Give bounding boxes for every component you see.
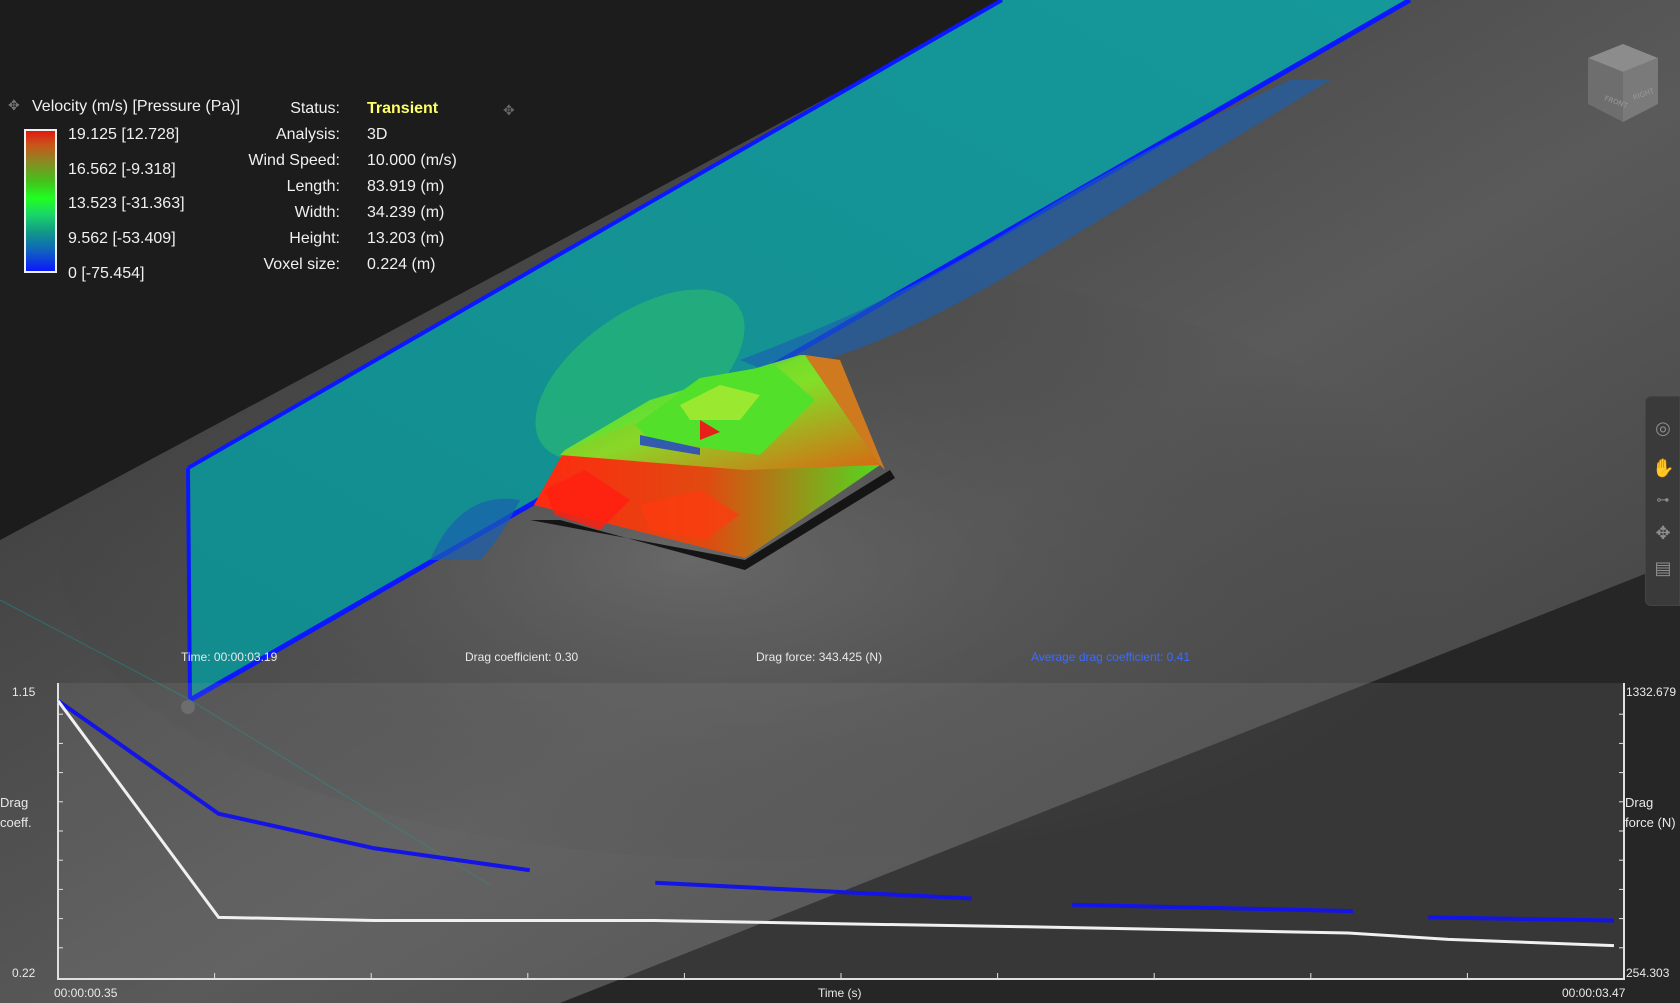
legend-tick: 19.125 [12.728] (68, 126, 180, 143)
color-legend: ✥ Velocity (m/s) [Pressure (Pa)] 19.125 … (8, 96, 248, 286)
right-axis-min: 254.303 (1626, 966, 1670, 980)
right-axis-max: 1332.679 (1626, 685, 1677, 699)
pan-hand-icon[interactable]: ✋ (1652, 457, 1674, 479)
analysis-info-panel: ✥ Status: Transient Analysis: 3D Wind Sp… (240, 100, 520, 280)
x-axis-end: 00:00:03.47 (1562, 986, 1626, 1000)
info-row-length: Length: 83.919 (m) (286, 178, 445, 195)
legend-tick: 9.562 [-53.409] (68, 230, 176, 247)
legend-color-bar (24, 129, 57, 273)
status-value: Transient (367, 100, 439, 117)
camera-views-icon[interactable]: ▤ (1652, 557, 1674, 579)
info-row-width: Width: 34.239 (m) (294, 204, 445, 221)
legend-tick: 16.562 [-9.318] (68, 161, 176, 178)
navigation-toolbar: ◎ ✋ ⊶ ✥ ▤ (1645, 396, 1680, 606)
x-axis-label: Time (s) (818, 986, 862, 1000)
legend-title: Velocity (m/s) [Pressure (Pa)] (32, 98, 241, 115)
left-axis-min: 0.22 (12, 966, 36, 980)
legend-tick: 13.523 [-31.363] (68, 195, 185, 212)
drag-plot[interactable] (0, 680, 1680, 1003)
look-around-icon[interactable]: ✥ (1652, 522, 1674, 544)
average-drag-coefficient-readout: Average drag coefficient: 0.41 (1031, 650, 1190, 664)
info-row-status: Status: Transient (290, 100, 439, 117)
legend-tick: 0 [-75.454] (68, 265, 145, 282)
left-axis-max: 1.15 (12, 685, 36, 699)
orbit-icon[interactable]: ◎ (1652, 417, 1674, 439)
time-readout: Time: 00:00:03.19 (181, 650, 278, 664)
x-axis-start: 00:00:00.35 (54, 986, 118, 1000)
info-row-wind-speed: Wind Speed: 10.000 (m/s) (248, 152, 457, 169)
zoom-slider-icon[interactable]: ⊶ (1652, 489, 1674, 511)
info-row-voxel-size: Voxel size: 0.224 (m) (263, 256, 436, 273)
drag-coefficient-readout: Drag coefficient: 0.30 (465, 650, 579, 664)
info-row-height: Height: 13.203 (m) (289, 230, 445, 247)
drag-force-readout: Drag force: 343.425 (N) (756, 650, 883, 664)
view-cube-icon[interactable]: FRONT RIGHT (1586, 42, 1660, 124)
left-axis-label: Drag coeff. (0, 795, 32, 830)
right-axis-label: Drag force (N) (1625, 795, 1676, 830)
info-row-analysis: Analysis: 3D (275, 126, 388, 143)
move-handle-icon[interactable]: ✥ (8, 98, 22, 112)
